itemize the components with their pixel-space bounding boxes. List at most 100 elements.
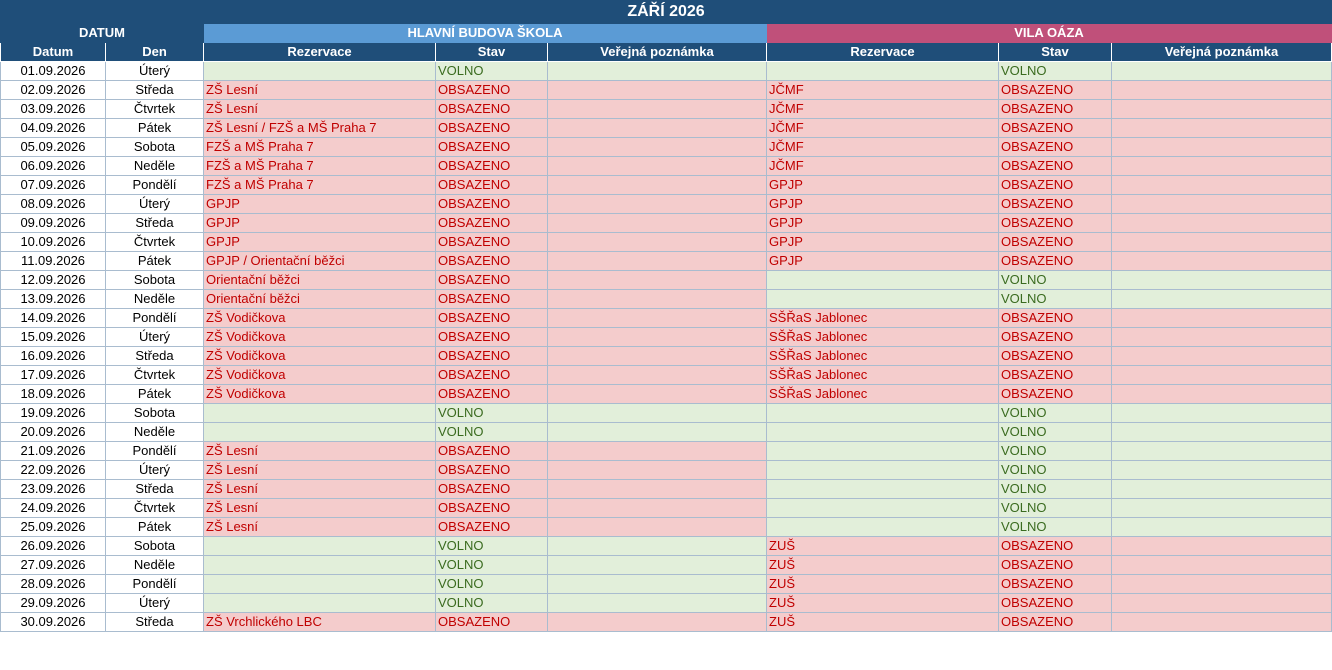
day-cell[interactable]: Čtvrtek	[105, 498, 204, 518]
day-cell[interactable]: Pondělí	[105, 175, 204, 195]
vila-oaza-reservation-cell[interactable]: SŠŘaS Jablonec	[766, 365, 999, 385]
vila-oaza-status-cell[interactable]: OBSAZENO	[998, 137, 1112, 157]
vila-oaza-status-cell[interactable]: VOLNO	[998, 270, 1112, 290]
day-cell[interactable]: Středa	[105, 479, 204, 499]
vila-oaza-note-cell[interactable]	[1111, 346, 1332, 366]
day-cell[interactable]: Úterý	[105, 327, 204, 347]
vila-oaza-reservation-cell[interactable]	[766, 517, 999, 537]
vila-oaza-note-cell[interactable]	[1111, 384, 1332, 404]
vila-oaza-reservation-cell[interactable]: GPJP	[766, 194, 999, 214]
main-building-note-cell[interactable]	[547, 422, 767, 442]
main-building-status-cell[interactable]: OBSAZENO	[435, 441, 548, 461]
vila-oaza-status-cell[interactable]: VOLNO	[998, 498, 1112, 518]
date-cell[interactable]: 10.09.2026	[0, 232, 106, 252]
vila-oaza-status-cell[interactable]: VOLNO	[998, 479, 1112, 499]
vila-oaza-reservation-cell[interactable]	[766, 479, 999, 499]
main-building-reservation-cell[interactable]: ZŠ Vodičkova	[203, 308, 436, 328]
main-building-reservation-cell[interactable]	[203, 61, 436, 81]
main-building-reservation-cell[interactable]: ZŠ Lesní	[203, 479, 436, 499]
vila-oaza-status-cell[interactable]: VOLNO	[998, 441, 1112, 461]
vila-oaza-reservation-cell[interactable]: JČMF	[766, 118, 999, 138]
main-building-reservation-cell[interactable]: ZŠ Vodičkova	[203, 346, 436, 366]
vila-oaza-note-cell[interactable]	[1111, 99, 1332, 119]
date-cell[interactable]: 20.09.2026	[0, 422, 106, 442]
day-cell[interactable]: Středa	[105, 213, 204, 233]
date-cell[interactable]: 25.09.2026	[0, 517, 106, 537]
vila-oaza-status-cell[interactable]: OBSAZENO	[998, 365, 1112, 385]
vila-oaza-reservation-cell[interactable]: ZUŠ	[766, 593, 999, 613]
main-building-status-cell[interactable]: VOLNO	[435, 422, 548, 442]
main-building-status-cell[interactable]: OBSAZENO	[435, 460, 548, 480]
main-building-reservation-cell[interactable]: ZŠ Lesní	[203, 80, 436, 100]
vila-oaza-note-cell[interactable]	[1111, 213, 1332, 233]
vila-oaza-reservation-cell[interactable]: SŠŘaS Jablonec	[766, 384, 999, 404]
main-building-reservation-cell[interactable]: GPJP / Orientační běžci	[203, 251, 436, 271]
main-building-status-cell[interactable]: OBSAZENO	[435, 118, 548, 138]
day-cell[interactable]: Pátek	[105, 251, 204, 271]
day-cell[interactable]: Čtvrtek	[105, 365, 204, 385]
vila-oaza-status-cell[interactable]: OBSAZENO	[998, 327, 1112, 347]
main-building-note-cell[interactable]	[547, 574, 767, 594]
vila-oaza-status-cell[interactable]: OBSAZENO	[998, 232, 1112, 252]
vila-oaza-note-cell[interactable]	[1111, 479, 1332, 499]
main-building-note-cell[interactable]	[547, 137, 767, 157]
date-cell[interactable]: 26.09.2026	[0, 536, 106, 556]
vila-oaza-reservation-cell[interactable]: ZUŠ	[766, 612, 999, 632]
vila-oaza-note-cell[interactable]	[1111, 251, 1332, 271]
main-building-note-cell[interactable]	[547, 61, 767, 81]
vila-oaza-reservation-cell[interactable]	[766, 289, 999, 309]
date-cell[interactable]: 17.09.2026	[0, 365, 106, 385]
main-building-note-cell[interactable]	[547, 441, 767, 461]
vila-oaza-reservation-cell[interactable]: SŠŘaS Jablonec	[766, 327, 999, 347]
vila-oaza-reservation-cell[interactable]: ZUŠ	[766, 536, 999, 556]
vila-oaza-note-cell[interactable]	[1111, 574, 1332, 594]
vila-oaza-note-cell[interactable]	[1111, 80, 1332, 100]
main-building-status-cell[interactable]: OBSAZENO	[435, 517, 548, 537]
main-building-note-cell[interactable]	[547, 403, 767, 423]
main-building-note-cell[interactable]	[547, 460, 767, 480]
day-cell[interactable]: Neděle	[105, 289, 204, 309]
vila-oaza-reservation-cell[interactable]: SŠŘaS Jablonec	[766, 346, 999, 366]
day-cell[interactable]: Úterý	[105, 61, 204, 81]
main-building-note-cell[interactable]	[547, 327, 767, 347]
vila-oaza-status-cell[interactable]: OBSAZENO	[998, 251, 1112, 271]
vila-oaza-reservation-cell[interactable]: JČMF	[766, 156, 999, 176]
vila-oaza-note-cell[interactable]	[1111, 270, 1332, 290]
main-building-status-cell[interactable]: OBSAZENO	[435, 346, 548, 366]
main-building-status-cell[interactable]: VOLNO	[435, 536, 548, 556]
vila-oaza-note-cell[interactable]	[1111, 289, 1332, 309]
main-building-status-cell[interactable]: OBSAZENO	[435, 99, 548, 119]
main-building-status-cell[interactable]: OBSAZENO	[435, 194, 548, 214]
date-cell[interactable]: 14.09.2026	[0, 308, 106, 328]
main-building-note-cell[interactable]	[547, 175, 767, 195]
vila-oaza-reservation-cell[interactable]	[766, 441, 999, 461]
vila-oaza-note-cell[interactable]	[1111, 460, 1332, 480]
vila-oaza-reservation-cell[interactable]	[766, 460, 999, 480]
main-building-reservation-cell[interactable]: ZŠ Lesní	[203, 460, 436, 480]
date-cell[interactable]: 21.09.2026	[0, 441, 106, 461]
date-cell[interactable]: 09.09.2026	[0, 213, 106, 233]
vila-oaza-status-cell[interactable]: OBSAZENO	[998, 118, 1112, 138]
main-building-status-cell[interactable]: VOLNO	[435, 574, 548, 594]
main-building-note-cell[interactable]	[547, 498, 767, 518]
main-building-reservation-cell[interactable]: Orientační běžci	[203, 270, 436, 290]
date-cell[interactable]: 16.09.2026	[0, 346, 106, 366]
main-building-reservation-cell[interactable]	[203, 574, 436, 594]
vila-oaza-reservation-cell[interactable]	[766, 422, 999, 442]
main-building-reservation-cell[interactable]: FZŠ a MŠ Praha 7	[203, 175, 436, 195]
date-cell[interactable]: 30.09.2026	[0, 612, 106, 632]
main-building-status-cell[interactable]: OBSAZENO	[435, 232, 548, 252]
main-building-status-cell[interactable]: OBSAZENO	[435, 327, 548, 347]
date-cell[interactable]: 27.09.2026	[0, 555, 106, 575]
vila-oaza-note-cell[interactable]	[1111, 441, 1332, 461]
day-cell[interactable]: Pondělí	[105, 441, 204, 461]
vila-oaza-status-cell[interactable]: OBSAZENO	[998, 555, 1112, 575]
main-building-reservation-cell[interactable]	[203, 422, 436, 442]
vila-oaza-reservation-cell[interactable]: GPJP	[766, 232, 999, 252]
vila-oaza-note-cell[interactable]	[1111, 612, 1332, 632]
vila-oaza-note-cell[interactable]	[1111, 156, 1332, 176]
vila-oaza-status-cell[interactable]: OBSAZENO	[998, 194, 1112, 214]
vila-oaza-status-cell[interactable]: VOLNO	[998, 517, 1112, 537]
vila-oaza-note-cell[interactable]	[1111, 593, 1332, 613]
main-building-note-cell[interactable]	[547, 517, 767, 537]
